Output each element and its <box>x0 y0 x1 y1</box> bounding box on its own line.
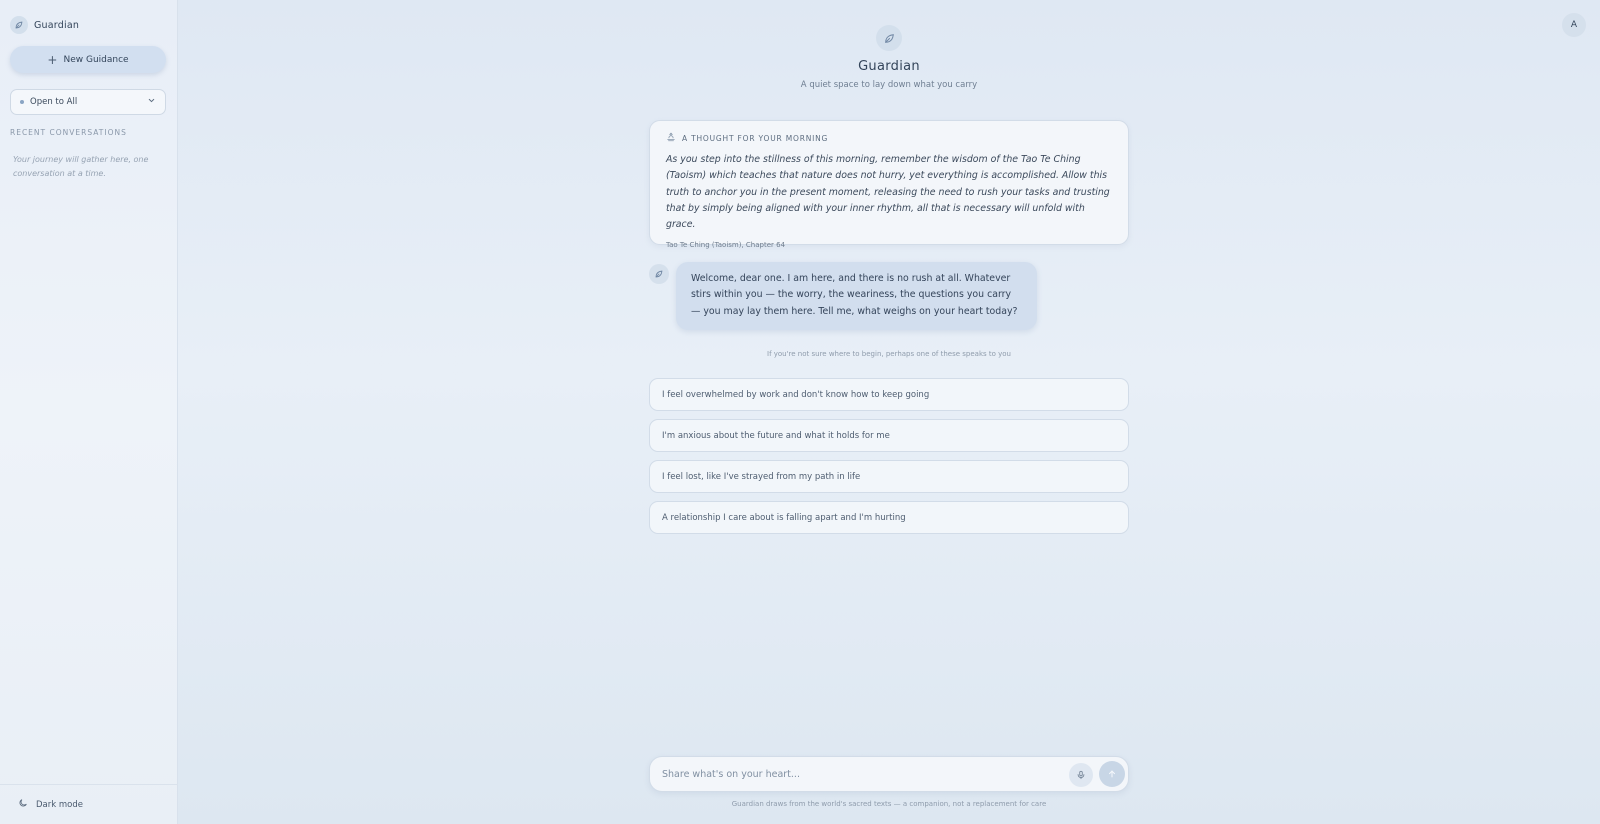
tradition-select-value: Open to All <box>30 97 78 107</box>
recent-empty-note: Your journey will gather here, one conve… <box>13 155 149 178</box>
morning-thought-card: A THOUGHT FOR YOUR MORNING As you step i… <box>649 120 1129 249</box>
morning-thought-header: A THOUGHT FOR YOUR MORNING <box>666 132 1112 144</box>
page-title: Guardian <box>858 59 920 74</box>
assistant-avatar <box>649 264 669 284</box>
microphone-icon <box>1076 768 1086 783</box>
page-subtitle: A quiet space to lay down what you carry <box>800 80 978 90</box>
sunrise-icon <box>666 132 676 144</box>
assistant-message: Welcome, dear one. I am here, and there … <box>676 262 1037 330</box>
suggestion-item[interactable]: I feel lost, like I've strayed from my p… <box>649 460 1129 493</box>
arrow-up-icon <box>1107 767 1117 782</box>
microphone-button[interactable] <box>1069 763 1093 787</box>
suggestion-item[interactable]: A relationship I care about is falling a… <box>649 501 1129 534</box>
suggestion-item[interactable]: I'm anxious about the future and what it… <box>649 419 1129 452</box>
recent-conversations-title: RECENT CONVERSATIONS <box>10 128 127 137</box>
suggestion-item[interactable]: I feel overwhelmed by work and don't kno… <box>649 378 1129 411</box>
disclaimer: Guardian draws from the world's sacred t… <box>731 800 1047 808</box>
morning-thought-heading: A THOUGHT FOR YOUR MORNING <box>682 133 829 143</box>
send-button[interactable] <box>1099 761 1125 787</box>
leaf-icon <box>876 25 902 51</box>
suggestions-hint: If you're not sure where to begin, perha… <box>767 350 1011 358</box>
morning-thought-text: As you step into the stillness of this m… <box>666 154 1110 231</box>
brand[interactable]: Guardian <box>10 16 79 34</box>
status-dot-icon <box>20 100 24 104</box>
chevron-down-icon <box>147 96 156 108</box>
message-composer <box>649 756 1129 792</box>
morning-thought-source: Tao Te Ching (Taoism), Chapter 64 <box>666 241 786 250</box>
user-avatar[interactable]: A <box>1562 13 1586 37</box>
tradition-select[interactable]: Open to All <box>10 89 166 115</box>
brand-name: Guardian <box>34 19 80 31</box>
leaf-icon <box>10 16 28 34</box>
message-input[interactable] <box>662 757 1052 791</box>
sidebar: Guardian + New Guidance Open to All RECE… <box>0 0 178 824</box>
